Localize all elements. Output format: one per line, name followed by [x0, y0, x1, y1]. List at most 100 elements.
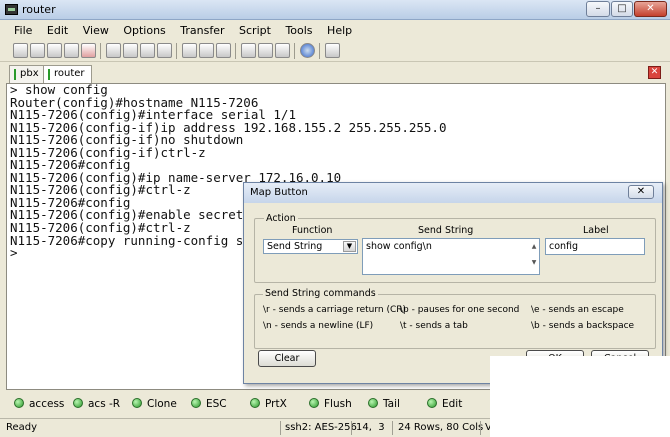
- paste-icon[interactable]: [123, 43, 138, 58]
- button-esc[interactable]: ESC: [191, 396, 227, 412]
- button-clone[interactable]: Clone: [132, 396, 177, 412]
- button-label: ESC: [206, 398, 227, 410]
- function-header: Function: [292, 225, 333, 236]
- print-icon[interactable]: [216, 43, 231, 58]
- tab-status-icon: [48, 69, 50, 80]
- tab-label: pbx: [20, 68, 39, 79]
- menu-script[interactable]: Script: [239, 22, 271, 40]
- toolbar-separator: [235, 43, 236, 59]
- send-string-header: Send String: [418, 225, 474, 236]
- button-label: Flush: [324, 398, 352, 410]
- window-title: router: [22, 3, 56, 16]
- command-help: \t - sends a tab: [400, 321, 468, 331]
- green-dot-icon: [14, 398, 24, 408]
- connect-icon[interactable]: [13, 43, 28, 58]
- label-header: Label: [583, 225, 609, 236]
- button-label: access: [29, 398, 65, 410]
- button-label: PrtX: [265, 398, 287, 410]
- maximize-button[interactable]: □: [611, 1, 633, 17]
- status-separator: [392, 421, 393, 435]
- menu-options[interactable]: Options: [123, 22, 165, 40]
- button-label: acs -R: [88, 398, 121, 410]
- status-separator: [480, 421, 481, 435]
- menu-transfer[interactable]: Transfer: [180, 22, 224, 40]
- dialog-title-bar: Map Button ✕: [244, 183, 662, 203]
- function-value: Send String: [267, 241, 323, 252]
- status-position: 14, 3: [356, 422, 385, 433]
- dialog-close-button[interactable]: ✕: [628, 185, 654, 199]
- button-edit[interactable]: Edit: [427, 396, 462, 412]
- send-string-value: show config\n: [366, 241, 432, 252]
- quick-connect-icon[interactable]: [30, 43, 45, 58]
- button-label: Edit: [442, 398, 463, 410]
- menu-bar: File Edit View Options Transfer Script T…: [0, 22, 670, 40]
- find-icon[interactable]: [157, 43, 172, 58]
- session-tabs: pbx router ✕: [0, 63, 670, 83]
- menu-edit[interactable]: Edit: [47, 22, 68, 40]
- toolbar-separator: [176, 43, 177, 59]
- minimize-button[interactable]: –: [586, 1, 610, 17]
- print-selection-icon[interactable]: [199, 43, 214, 58]
- textarea-scrollbar[interactable]: ▲ ▼: [529, 239, 539, 274]
- button-access[interactable]: access: [14, 396, 64, 412]
- button-acs-r[interactable]: acs -R: [73, 396, 120, 412]
- commands-group-label: Send String commands: [263, 288, 378, 299]
- connect-tab-icon[interactable]: [47, 43, 62, 58]
- map-button-dialog: Map Button ✕ Action Function Send String…: [243, 182, 663, 384]
- menu-view[interactable]: View: [83, 22, 109, 40]
- green-dot-icon: [250, 398, 260, 408]
- help-icon[interactable]: [300, 43, 315, 58]
- tab-label: router: [54, 68, 85, 79]
- screenshot-blank-area: [490, 356, 670, 437]
- command-help: \e - sends an escape: [531, 305, 624, 315]
- dialog-title: Map Button: [250, 187, 308, 198]
- green-dot-icon: [132, 398, 142, 408]
- button-flush[interactable]: Flush: [309, 396, 352, 412]
- label-input[interactable]: config: [545, 238, 645, 255]
- chevron-down-icon[interactable]: ▼: [343, 241, 356, 252]
- app-icon: [5, 4, 18, 15]
- settings-icon[interactable]: [241, 43, 256, 58]
- status-separator: [351, 421, 352, 435]
- app-window: router – □ ✕ File Edit View Options Tran…: [0, 0, 670, 437]
- menu-file[interactable]: File: [14, 22, 32, 40]
- print-screen-icon[interactable]: [182, 43, 197, 58]
- global-options-icon[interactable]: [258, 43, 273, 58]
- reconnect-icon[interactable]: [64, 43, 79, 58]
- copy-icon[interactable]: [106, 43, 121, 58]
- tab-status-icon: [14, 69, 16, 80]
- copy-paste-icon[interactable]: [140, 43, 155, 58]
- command-help: \r - sends a carriage return (CR): [263, 305, 407, 315]
- clear-button[interactable]: Clear: [258, 350, 316, 367]
- menu-help[interactable]: Help: [327, 22, 352, 40]
- disconnect-icon[interactable]: [81, 43, 96, 58]
- toolbar-separator: [294, 43, 295, 59]
- terminal-line: >: [10, 245, 18, 261]
- send-string-input[interactable]: show config\n ▲ ▼: [362, 238, 540, 275]
- function-select[interactable]: Send String ▼: [263, 239, 358, 254]
- status-ready: Ready: [6, 422, 38, 433]
- title-bar: router – □ ✕: [0, 0, 670, 20]
- button-prtx[interactable]: PrtX: [250, 396, 287, 412]
- button-label: Tail: [383, 398, 400, 410]
- tab-router[interactable]: router: [43, 65, 92, 83]
- tab-pbx[interactable]: pbx: [9, 65, 46, 83]
- status-size: 24 Rows, 80 Cols: [398, 422, 484, 433]
- key-icon[interactable]: [275, 43, 290, 58]
- status-separator: [280, 421, 281, 435]
- toolbar-separator: [319, 43, 320, 59]
- button-tail[interactable]: Tail: [368, 396, 400, 412]
- toolbar-separator: [100, 43, 101, 59]
- menu-tools[interactable]: Tools: [285, 22, 312, 40]
- tab-close-icon[interactable]: ✕: [648, 66, 661, 79]
- command-help: \n - sends a newline (LF): [263, 321, 374, 331]
- action-group-label: Action: [264, 213, 298, 224]
- green-dot-icon: [73, 398, 83, 408]
- session-manager-icon[interactable]: [325, 43, 340, 58]
- command-help: \b - sends a backspace: [531, 321, 635, 331]
- green-dot-icon: [191, 398, 201, 408]
- button-label: Clone: [147, 398, 177, 410]
- status-cipher: ssh2: AES-256: [285, 422, 357, 433]
- command-help: \p - pauses for one second: [400, 305, 520, 315]
- close-button[interactable]: ✕: [634, 1, 667, 17]
